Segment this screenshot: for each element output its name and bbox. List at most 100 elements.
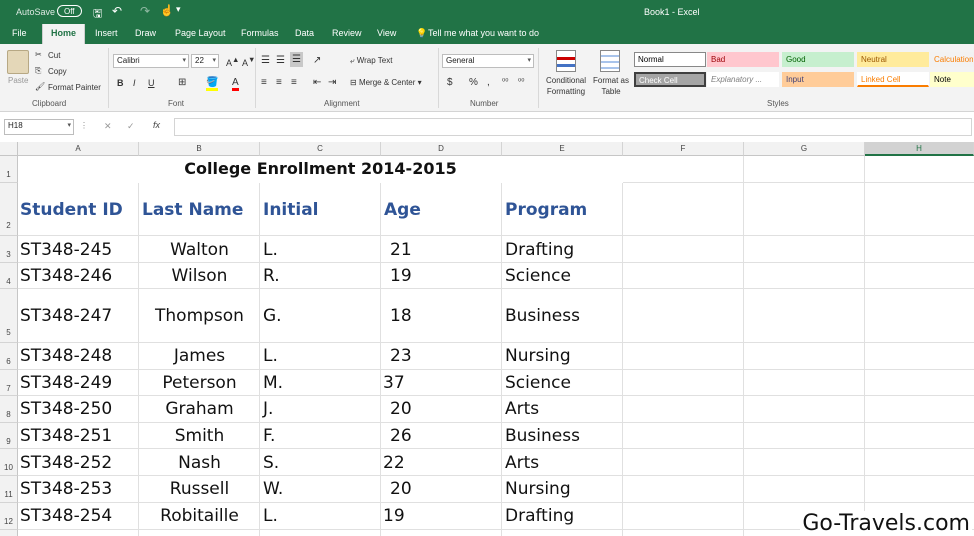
header-student-id[interactable]: Student ID <box>20 200 123 220</box>
format-painter-icon[interactable]: 🖌 <box>35 82 45 91</box>
cell-initial[interactable]: G. <box>263 306 282 326</box>
cell-age[interactable]: 22 <box>383 453 405 473</box>
cell-age[interactable]: 37 <box>383 373 405 393</box>
cell-style-4[interactable]: Neutral <box>857 52 929 67</box>
customize-qat-icon[interactable]: ▾ <box>176 4 181 15</box>
cell-last-name[interactable]: Thompson <box>139 306 260 326</box>
cell-style-10[interactable]: Note <box>930 72 974 87</box>
decrease-decimal-icon[interactable]: ⁰⁰ <box>518 77 524 86</box>
cell-last-name[interactable]: Wilson <box>139 266 260 286</box>
formula-input[interactable] <box>174 118 972 136</box>
cell-initial[interactable]: L. <box>263 506 278 526</box>
cell-program[interactable]: Science <box>505 266 571 286</box>
column-header-d[interactable]: D <box>381 142 502 156</box>
fill-color-icon[interactable]: 🪣 <box>206 77 219 91</box>
row-header-3[interactable]: 3 <box>0 236 18 263</box>
cell-program[interactable]: Nursing <box>505 479 571 499</box>
cell-age[interactable]: 18 <box>390 306 412 326</box>
percent-button[interactable]: % <box>469 77 478 88</box>
increase-font-icon[interactable]: A▲ <box>226 55 239 68</box>
enter-icon[interactable]: ✓ <box>127 121 135 132</box>
cell-last-name[interactable]: Russell <box>139 479 260 499</box>
cell-program[interactable]: Nursing <box>505 346 571 366</box>
cell-student-id[interactable]: ST348-251 <box>20 426 112 446</box>
number-format-select[interactable]: General ▾ <box>442 54 534 68</box>
cell-last-name[interactable]: Walton <box>139 240 260 260</box>
font-color-icon[interactable]: A <box>232 77 239 91</box>
tab-insert[interactable]: Insert <box>95 28 118 38</box>
align-middle-icon[interactable]: ☰ <box>276 55 285 66</box>
orientation-icon[interactable]: ↗ <box>313 55 321 66</box>
comma-button[interactable]: , <box>487 77 490 88</box>
cell-program[interactable]: Arts <box>505 399 539 419</box>
cell-last-name[interactable]: Smith <box>139 426 260 446</box>
row-header-4[interactable]: 4 <box>0 263 18 289</box>
conditional-formatting-button[interactable]: Conditional Formatting <box>542 75 590 97</box>
cell-initial[interactable]: L. <box>263 240 278 260</box>
cell-age[interactable]: 23 <box>390 346 412 366</box>
cell-program[interactable]: Science <box>505 373 571 393</box>
align-bottom-icon[interactable]: ☰ <box>290 52 303 67</box>
copy-button[interactable]: Copy <box>48 67 67 76</box>
increase-indent-icon[interactable]: ⇥ <box>328 77 336 88</box>
header-last-name[interactable]: Last Name <box>142 200 243 220</box>
increase-decimal-icon[interactable]: ⁰⁰ <box>502 77 508 86</box>
column-header-e[interactable]: E <box>502 142 623 156</box>
decrease-indent-icon[interactable]: ⇤ <box>313 77 321 88</box>
align-left-icon[interactable]: ≡ <box>261 77 267 88</box>
name-box[interactable]: H18 ▾ <box>4 119 74 135</box>
row-header-10[interactable]: 10 <box>0 449 18 476</box>
row-header-1[interactable]: 1 <box>0 156 18 183</box>
tab-draw[interactable]: Draw <box>135 28 156 38</box>
worksheet-grid[interactable]: A B C D E F G H 1 2 3 4 5 6 7 8 9 10 11 … <box>0 142 974 536</box>
cell-age[interactable]: 19 <box>383 506 405 526</box>
column-header-b[interactable]: B <box>139 142 260 156</box>
align-right-icon[interactable]: ≡ <box>291 77 297 88</box>
column-header-g[interactable]: G <box>744 142 865 156</box>
row-header-9[interactable]: 9 <box>0 423 18 449</box>
paste-button[interactable]: Paste <box>8 76 28 85</box>
cell-style-7[interactable]: Explanatory ... <box>707 72 779 87</box>
cancel-icon[interactable]: ✕ <box>104 121 112 132</box>
cell-student-id[interactable]: ST348-246 <box>20 266 112 286</box>
cell-student-id[interactable]: ST348-245 <box>20 240 112 260</box>
cell-student-id[interactable]: ST348-253 <box>20 479 112 499</box>
conditional-formatting-icon[interactable] <box>556 50 576 72</box>
row-header-12[interactable]: 12 <box>0 503 18 530</box>
cell-initial[interactable]: M. <box>263 373 283 393</box>
cell-age[interactable]: 20 <box>390 479 412 499</box>
row-header-11[interactable]: 11 <box>0 476 18 503</box>
tab-data[interactable]: Data <box>295 28 314 38</box>
align-center-icon[interactable]: ≡ <box>276 77 282 88</box>
redo-icon[interactable]: ↷ <box>140 4 150 18</box>
cell-style-3[interactable]: Good <box>782 52 854 67</box>
decrease-font-icon[interactable]: A▼ <box>242 55 255 68</box>
cell-initial[interactable]: R. <box>263 266 280 286</box>
cell-style-1[interactable]: Normal <box>634 52 706 67</box>
header-initial[interactable]: Initial <box>263 200 319 220</box>
tab-formulas[interactable]: Formulas <box>241 28 279 38</box>
paste-icon[interactable] <box>7 50 29 74</box>
cell-last-name[interactable]: Nash <box>139 453 260 473</box>
cut-button[interactable]: Cut <box>48 51 60 60</box>
cell-initial[interactable]: L. <box>263 346 278 366</box>
row-header-13[interactable] <box>0 530 18 536</box>
cell-last-name[interactable]: Robitaille <box>139 506 260 526</box>
touch-mode-icon[interactable]: ☝ <box>160 4 174 17</box>
undo-icon[interactable]: ↶ <box>112 4 122 18</box>
row-header-2[interactable]: 2 <box>0 183 18 236</box>
cell-student-id[interactable]: ST348-252 <box>20 453 112 473</box>
cell-age[interactable]: 20 <box>390 399 412 419</box>
tab-home[interactable]: Home <box>42 24 86 44</box>
select-all-button[interactable] <box>0 142 18 156</box>
tab-view[interactable]: View <box>377 28 396 38</box>
copy-icon[interactable]: ⎘ <box>35 66 41 76</box>
tab-page-layout[interactable]: Page Layout <box>175 28 226 38</box>
insert-function-button[interactable]: fx <box>153 120 160 130</box>
italic-button[interactable]: I <box>133 78 136 88</box>
font-name-select[interactable]: Calibri ▾ <box>113 54 189 68</box>
underline-button[interactable]: U <box>148 78 155 88</box>
cell-student-id[interactable]: ST348-248 <box>20 346 112 366</box>
cell-student-id[interactable]: ST348-247 <box>20 306 112 326</box>
cell-last-name[interactable]: James <box>139 346 260 366</box>
